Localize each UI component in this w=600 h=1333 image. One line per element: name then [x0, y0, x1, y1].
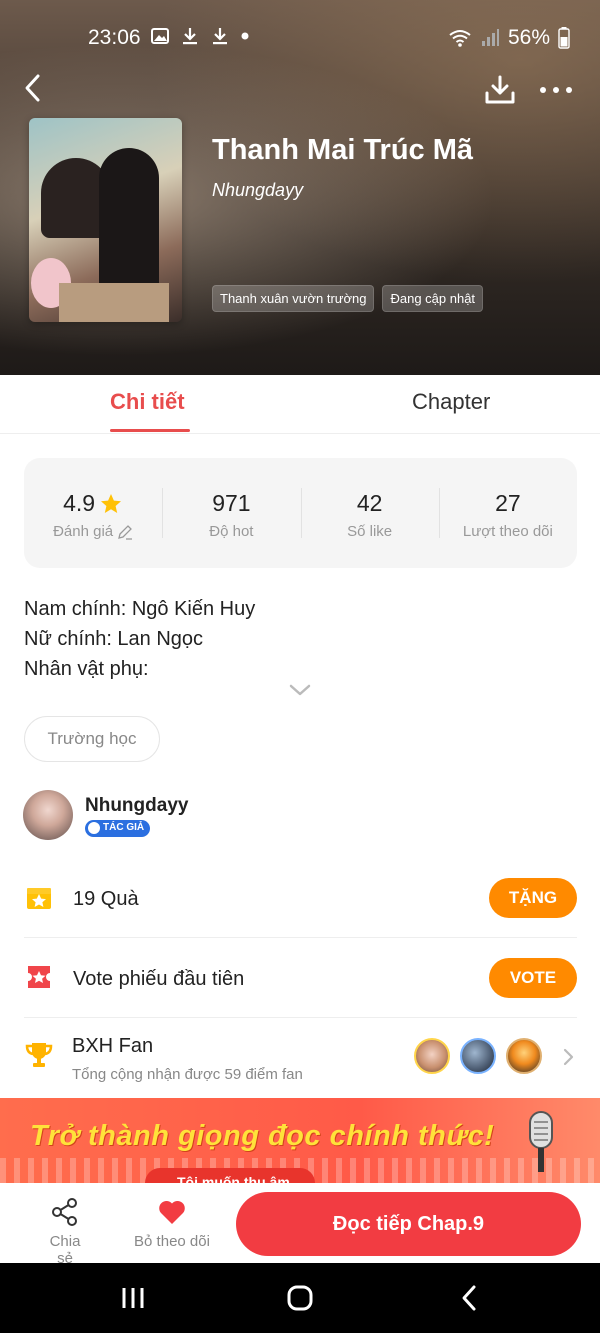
voice-actor-banner[interactable]: Trở thành giọng đọc chính thức! Tôi muốn… — [0, 1098, 600, 1188]
bottom-action-bar: Chia sẻ Bỏ theo dõi Đọc tiếp Chap.9 — [0, 1183, 600, 1267]
share-label: Chia sẻ — [49, 1233, 81, 1267]
dot-icon — [241, 32, 249, 40]
divider — [24, 937, 577, 938]
fan-rank-subtitle: Tổng cộng nhận được 59 điểm fan — [72, 1066, 303, 1083]
vote-text: Vote phiếu đầu tiên — [73, 968, 245, 990]
tag-genre[interactable]: Thanh xuân vườn trường — [212, 285, 375, 312]
share-icon — [52, 1198, 77, 1226]
fan-avatar — [414, 1038, 450, 1074]
signal-icon — [481, 29, 499, 46]
tab-chapter[interactable]: Chapter — [412, 389, 490, 415]
stat-likes: 42 Số like — [300, 458, 439, 568]
avatar[interactable] — [23, 790, 73, 840]
star-icon — [101, 493, 122, 513]
edit-icon[interactable] — [117, 524, 133, 540]
followers-value: 27 — [495, 490, 521, 516]
status-time: 23:06 — [88, 26, 141, 49]
author-badge-label: TÁC GIẢ — [103, 822, 145, 833]
likes-label: Số like — [347, 523, 393, 540]
ticket-icon — [28, 966, 50, 988]
stat-hot: 971 Độ hot — [162, 458, 300, 568]
rating-label: Đánh giá — [53, 523, 114, 540]
hot-value: 971 — [212, 490, 251, 516]
fan-avatar — [460, 1038, 496, 1074]
chevron-down-icon[interactable] — [288, 682, 312, 698]
share-button[interactable]: Chia sẻ — [40, 1197, 90, 1267]
gift-button[interactable]: TẶNG — [489, 878, 577, 918]
tab-active-indicator — [110, 429, 190, 432]
description-line: Nam chính: Ngô Kiến Huy — [24, 598, 256, 620]
trophy-icon — [25, 1043, 53, 1067]
tab-bar: Chi tiết Chapter — [0, 375, 600, 434]
vote-button[interactable]: VOTE — [489, 958, 577, 998]
hot-label: Độ hot — [209, 523, 254, 540]
divider — [24, 1017, 577, 1018]
gift-count: 19 Quà — [73, 888, 139, 910]
fan-avatar — [506, 1038, 542, 1074]
notification-icons — [150, 26, 250, 46]
followers-label: Lượt theo dõi — [462, 523, 553, 540]
gift-icon — [27, 888, 51, 909]
tag-status: Đang cập nhật — [382, 285, 484, 312]
banner-headline: Trở thành giọng đọc chính thức! — [30, 1120, 495, 1152]
rating-value: 4.9 — [63, 490, 96, 516]
book-cover — [29, 118, 182, 322]
battery-percent: 56% — [507, 26, 550, 49]
stat-followers: 27 Lượt theo dõi — [438, 458, 577, 568]
more-icon[interactable] — [540, 82, 576, 98]
chevron-right-icon — [563, 1048, 574, 1066]
stat-rating[interactable]: 4.9 Đánh giá — [24, 458, 162, 568]
book-title: Thanh Mai Trúc Mã — [212, 134, 474, 166]
back-icon[interactable] — [18, 72, 50, 104]
system-navigation-bar — [0, 1263, 600, 1333]
book-description: Nam chính: Ngô Kiến Huy Nữ chính: Lan Ng… — [24, 594, 255, 684]
download-icon — [213, 28, 227, 45]
heart-icon — [159, 1200, 185, 1224]
download-book-icon[interactable] — [484, 74, 516, 106]
status-bar: 23:06 56% — [0, 20, 600, 56]
fan-rank-title: BXH Fan — [72, 1035, 154, 1057]
system-status-icons: 56% — [448, 26, 570, 50]
author-badge: TÁC GIẢ — [85, 820, 151, 837]
vote-row: Vote phiếu đầu tiên VOTE — [24, 958, 577, 998]
gift-row: 19 Quà TẶNG — [24, 878, 577, 918]
continue-reading-button[interactable]: Đọc tiếp Chap.9 — [236, 1192, 581, 1256]
fan-avatars — [414, 1038, 542, 1074]
author-name[interactable]: Nhungdayy — [85, 795, 188, 817]
battery-icon — [558, 27, 570, 49]
badge-icon — [88, 822, 100, 834]
home-icon[interactable] — [285, 1283, 315, 1313]
likes-value: 42 — [356, 490, 383, 516]
mic-icon — [529, 1111, 553, 1172]
download-icon — [183, 28, 197, 45]
wifi-icon — [449, 30, 471, 47]
description-line: Nữ chính: Lan Ngọc — [24, 628, 204, 650]
book-author[interactable]: Nhungdayy — [212, 180, 303, 201]
recent-apps-icon[interactable] — [118, 1283, 148, 1313]
genre-chip[interactable]: Trường học — [24, 716, 160, 762]
unfollow-button[interactable]: Bỏ theo dõi — [132, 1197, 212, 1250]
image-icon — [151, 28, 169, 44]
tab-detail[interactable]: Chi tiết — [110, 389, 185, 415]
system-back-icon[interactable] — [455, 1283, 485, 1313]
book-header: 23:06 56% Thanh Mai Trúc Mã Nhungdayy Th… — [0, 0, 600, 375]
description-line: Nhân vật phụ: — [24, 658, 149, 680]
stats-card: 4.9 Đánh giá 971 Độ hot 42 Số like 27 Lư… — [24, 458, 577, 568]
book-tags: Thanh xuân vườn trường Đang cập nhật — [212, 285, 484, 312]
unfollow-label: Bỏ theo dõi — [134, 1233, 210, 1250]
